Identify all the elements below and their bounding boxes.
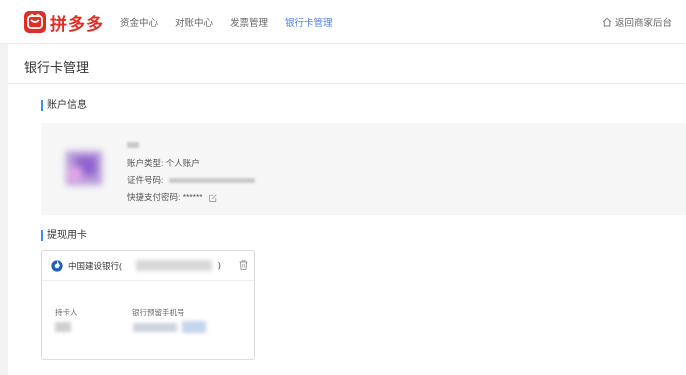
card-number-masked bbox=[136, 260, 212, 271]
page-title: 银行卡管理 bbox=[24, 60, 90, 75]
payment-password-row: 快捷支付密码: ****** bbox=[127, 191, 217, 203]
reserved-phone-masked bbox=[133, 323, 177, 332]
payment-password-value: ****** bbox=[182, 192, 203, 202]
bank-card: 中国建设银行( ) 持卡人 银行预留手机号 bbox=[41, 250, 255, 360]
account-name-masked bbox=[127, 139, 139, 149]
account-type-label: 账户类型: bbox=[127, 158, 164, 168]
back-to-merchant-backend-link[interactable]: 返回商家后台 bbox=[602, 0, 672, 44]
reserved-phone-label: 银行预留手机号 bbox=[132, 308, 185, 317]
bank-name: 中国建设银行( bbox=[68, 261, 122, 271]
section-title-withdraw-card: 提现用卡 bbox=[41, 230, 87, 241]
main-content: 银行卡管理 账户信息 账户类型: 个人账户 证件号码: 快捷支付密码: ****… bbox=[8, 44, 686, 375]
section-title-account-info: 账户信息 bbox=[41, 100, 87, 111]
back-link-label: 返回商家后台 bbox=[614, 18, 672, 29]
avatar bbox=[64, 147, 104, 187]
nav-bank-card-management[interactable]: 银行卡管理 bbox=[285, 15, 333, 29]
card-holder-label: 持卡人 bbox=[55, 308, 78, 317]
trash-icon[interactable] bbox=[239, 260, 248, 270]
id-number-label: 证件号码: bbox=[127, 175, 164, 185]
account-info-panel: 账户类型: 个人账户 证件号码: 快捷支付密码: ****** bbox=[41, 123, 686, 215]
nav-reconciliation-center[interactable]: 对账中心 bbox=[175, 15, 213, 29]
top-navigation-bar: 拼多多 资金中心 对账中心 发票管理 银行卡管理 返回商家后台 bbox=[0, 0, 686, 44]
edit-icon[interactable] bbox=[209, 194, 217, 202]
nav-invoice-management[interactable]: 发票管理 bbox=[230, 15, 268, 29]
card-number-suffix: ) bbox=[218, 260, 221, 270]
logo-text: 拼多多 bbox=[50, 14, 104, 35]
account-type-value: 个人账户 bbox=[165, 158, 200, 168]
ccb-logo-icon bbox=[51, 260, 63, 272]
bank-card-header: 中国建设银行( ) bbox=[42, 251, 254, 281]
payment-password-label: 快捷支付密码: bbox=[127, 192, 181, 202]
nav-fund-center[interactable]: 资金中心 bbox=[120, 15, 158, 29]
main-nav: 资金中心 对账中心 发票管理 银行卡管理 bbox=[120, 0, 350, 44]
title-divider bbox=[8, 83, 686, 84]
home-icon bbox=[602, 17, 612, 27]
pinduoduo-logo[interactable]: 拼多多 bbox=[24, 10, 104, 35]
id-number-masked bbox=[168, 178, 255, 184]
account-type-row: 账户类型: 个人账户 bbox=[127, 157, 200, 169]
id-number-row: 证件号码: bbox=[127, 174, 255, 186]
pinduoduo-logo-icon bbox=[24, 11, 46, 33]
card-holder-masked bbox=[55, 322, 71, 332]
